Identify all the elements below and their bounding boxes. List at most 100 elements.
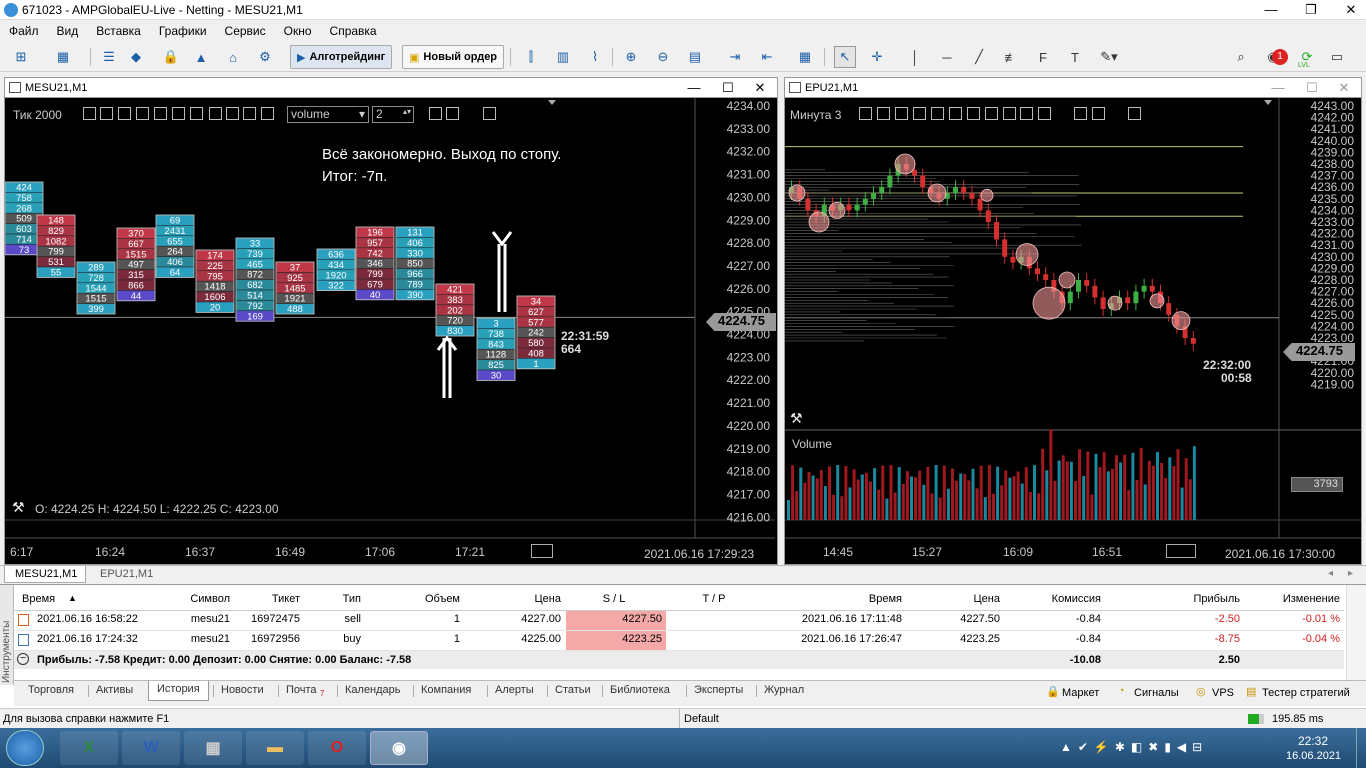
- right-link[interactable]: Тестер стратегий: [1262, 687, 1350, 699]
- bottom-tab[interactable]: Статьи: [555, 681, 591, 696]
- account-icon[interactable]: ▭: [1326, 46, 1348, 68]
- zoom-out-icon[interactable]: ⊖: [652, 46, 674, 68]
- chart2-tool-button[interactable]: [859, 107, 872, 120]
- bottom-tab[interactable]: Компания: [421, 681, 471, 696]
- chart1-canvas[interactable]: 4234.00 4233.00 4232.00 4231.00 4230.00 4229.…: [5, 98, 777, 564]
- chart2-tool-button[interactable]: [931, 107, 944, 120]
- bottom-tab[interactable]: Новости: [221, 681, 264, 696]
- chart2-tool-button[interactable]: [1074, 107, 1087, 120]
- chart1-tool-button[interactable]: [446, 107, 459, 120]
- chart1-tool-button[interactable]: [136, 107, 149, 120]
- bottom-tab[interactable]: Эксперты: [694, 681, 743, 696]
- opera-icon[interactable]: O: [308, 731, 366, 765]
- tab-scroll-left-icon[interactable]: ◂: [1328, 568, 1333, 579]
- vertical-line-icon[interactable]: │: [904, 46, 926, 68]
- right-link[interactable]: Маркет: [1062, 687, 1099, 699]
- column-header[interactable]: Комиссия: [1011, 593, 1101, 605]
- column-header[interactable]: T / P: [668, 593, 760, 605]
- search-icon[interactable]: ⌕: [1230, 46, 1252, 68]
- column-header[interactable]: Время: [22, 593, 55, 605]
- bottom-tab[interactable]: Активы: [96, 681, 133, 696]
- bottom-tab[interactable]: Библиотека: [610, 681, 670, 696]
- chart1-tool-button[interactable]: [172, 107, 185, 120]
- bottom-tab[interactable]: Календарь: [345, 681, 401, 696]
- chart1-close-icon[interactable]: ✕: [751, 80, 769, 96]
- column-header[interactable]: Цена: [910, 593, 1000, 605]
- chart2-tool-button[interactable]: [967, 107, 980, 120]
- chart2-tool-button[interactable]: [913, 107, 926, 120]
- tile-windows-icon[interactable]: ▤: [684, 46, 706, 68]
- chart1-maximize-icon[interactable]: ☐: [719, 80, 737, 96]
- show-desktop-button[interactable]: [1356, 728, 1366, 768]
- column-header[interactable]: Объем: [370, 593, 460, 605]
- text-icon[interactable]: T: [1064, 46, 1086, 68]
- new-order-button[interactable]: ▣ Новый ордер: [402, 45, 505, 69]
- chart2-tool-button[interactable]: [985, 107, 998, 120]
- autoscroll-icon[interactable]: ⇥: [724, 46, 746, 68]
- sort-asc-icon[interactable]: ▲: [68, 593, 77, 603]
- menu-item-0[interactable]: Файл: [0, 20, 48, 38]
- chart2-canvas[interactable]: 4243.004242.004241.004240.004239.004238.…: [785, 98, 1361, 564]
- bottom-tab[interactable]: Журнал: [764, 681, 804, 696]
- column-header[interactable]: Время: [812, 593, 902, 605]
- step-stepper[interactable]: 2 ▴▾: [372, 106, 414, 123]
- chart-shift-icon[interactable]: ⇤: [756, 46, 778, 68]
- right-link[interactable]: VPS: [1212, 687, 1234, 699]
- chart2-tool-button[interactable]: [949, 107, 962, 120]
- crosshair-icon[interactable]: ✛: [866, 46, 888, 68]
- column-header[interactable]: Цена: [471, 593, 561, 605]
- tools-icon[interactable]: ⚒: [12, 499, 25, 516]
- navigator-icon[interactable]: ⌂: [222, 46, 244, 68]
- chart1-scroll-box[interactable]: [531, 544, 553, 558]
- trades-scrollbar[interactable]: [1346, 585, 1366, 685]
- menu-item-1[interactable]: Вид: [48, 20, 88, 38]
- tab-scroll-right-icon[interactable]: ▸: [1348, 568, 1353, 579]
- tray-icons[interactable]: ▲✔⚡✱◧✖▮◀⊟: [1060, 740, 1208, 754]
- chart1-tool-button[interactable]: [100, 107, 113, 120]
- zoom-in-icon[interactable]: ⊕: [620, 46, 642, 68]
- chart2-tools-icon[interactable]: ⚒: [790, 410, 803, 427]
- channel-icon[interactable]: ≢: [1000, 46, 1022, 68]
- column-header[interactable]: Прибыль: [1150, 593, 1240, 605]
- chart2-tool-button[interactable]: [1003, 107, 1016, 120]
- chart1-tool-button[interactable]: [243, 107, 256, 120]
- market-watch-icon[interactable]: ☰: [98, 46, 120, 68]
- signals-icon[interactable]: ▲: [190, 46, 212, 68]
- trendline-icon[interactable]: ╱: [968, 46, 990, 68]
- menu-item-4[interactable]: Сервис: [216, 20, 275, 38]
- indicator-select[interactable]: volume ▾: [287, 106, 369, 123]
- profiles-icon[interactable]: ▦: [52, 46, 74, 68]
- close-icon[interactable]: ✕: [1336, 0, 1366, 20]
- horizontal-line-icon[interactable]: ─: [936, 46, 958, 68]
- line-chart-icon[interactable]: ⌇: [584, 46, 606, 68]
- minimize-icon[interactable]: —: [1256, 0, 1286, 20]
- column-header[interactable]: Тип: [271, 593, 361, 605]
- lock-icon[interactable]: 🔒: [160, 46, 182, 68]
- candle-chart-icon[interactable]: ▥: [552, 46, 574, 68]
- chart1-tool-button[interactable]: [83, 107, 96, 120]
- word-icon[interactable]: W: [122, 731, 180, 765]
- chart1-tool-button[interactable]: [190, 107, 203, 120]
- chart2-maximize-icon[interactable]: ☐: [1303, 80, 1321, 96]
- chart2-tool-button[interactable]: [895, 107, 908, 120]
- chart2-minimize-icon[interactable]: —: [1269, 80, 1287, 95]
- chart1-tool-button[interactable]: [226, 107, 239, 120]
- menu-item-5[interactable]: Окно: [275, 20, 321, 38]
- new-chart-icon[interactable]: ⊞: [10, 46, 32, 68]
- chart2-tool-button[interactable]: [1020, 107, 1033, 120]
- excel-icon[interactable]: X: [60, 731, 118, 765]
- explorer-icon[interactable]: ▬: [246, 731, 304, 765]
- chart1-tool-button[interactable]: [154, 107, 167, 120]
- collapse-icon[interactable]: −: [17, 653, 29, 665]
- column-header[interactable]: S / L: [566, 593, 662, 605]
- chart1-tool-button[interactable]: [483, 107, 496, 120]
- menu-item-3[interactable]: Графики: [150, 20, 216, 38]
- bottom-tab[interactable]: История: [148, 681, 209, 701]
- search-settings-icon[interactable]: ⚙: [254, 46, 276, 68]
- column-header[interactable]: Изменение: [1250, 593, 1340, 605]
- right-link[interactable]: Сигналы: [1134, 687, 1179, 699]
- chart1-tool-button[interactable]: [118, 107, 131, 120]
- tab-epu21[interactable]: EPU21,M1: [90, 566, 163, 583]
- chart2-tool-button[interactable]: [877, 107, 890, 120]
- data-window-icon[interactable]: ◆: [125, 46, 147, 68]
